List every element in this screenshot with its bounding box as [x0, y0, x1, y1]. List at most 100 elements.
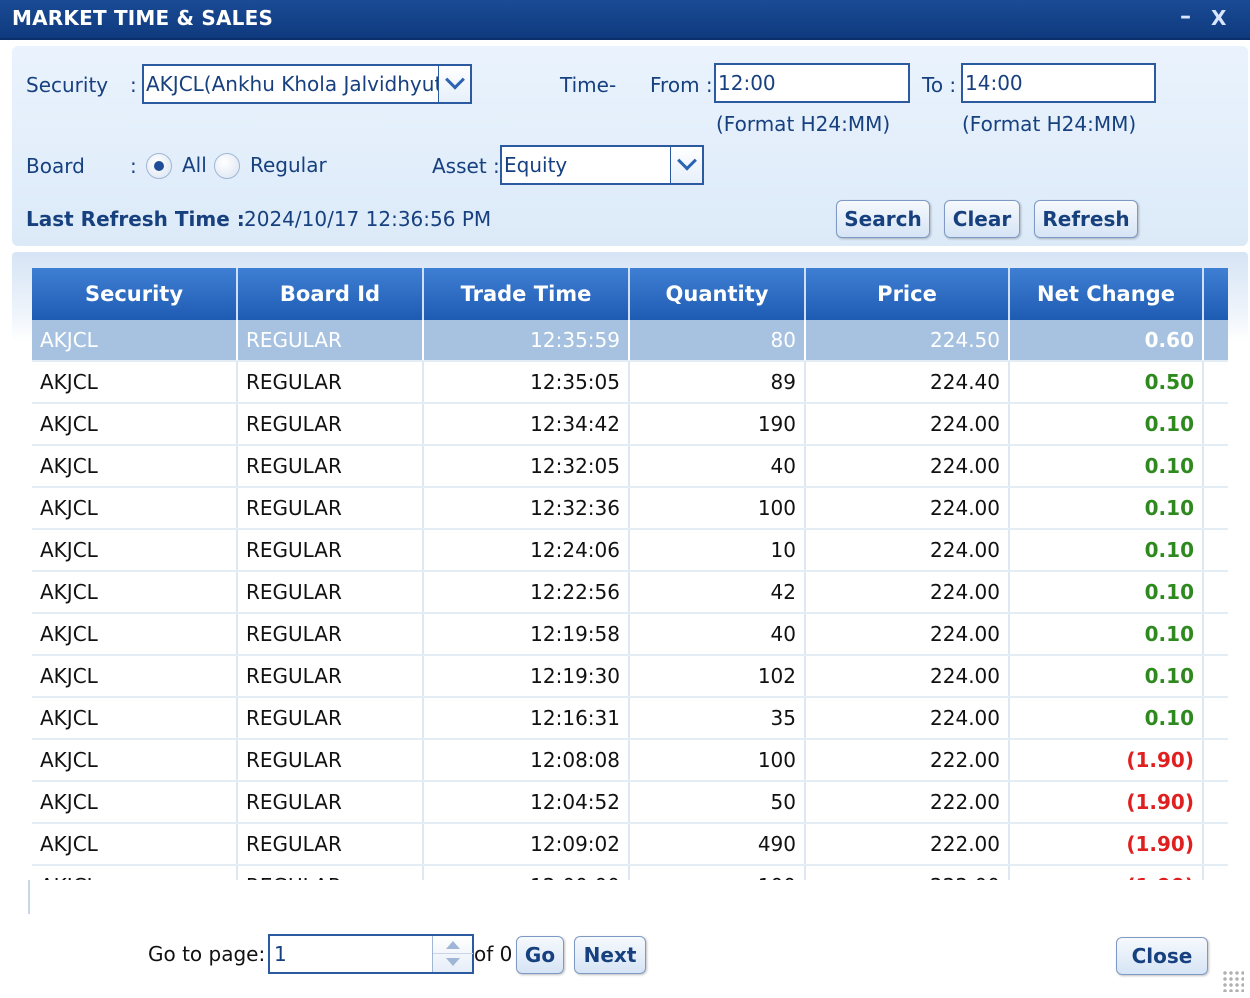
cell-price: 222.00	[806, 824, 1010, 864]
table-row[interactable]: AKJCL REGULAR 12:24:06 10 224.00 0.10	[32, 530, 1228, 572]
cell-security: AKJCL	[32, 740, 238, 780]
cell-board-id: REGULAR	[238, 866, 424, 880]
refresh-button[interactable]: Refresh	[1034, 200, 1138, 238]
close-button[interactable]: Close	[1116, 937, 1208, 975]
cell-security: AKJCL	[32, 698, 238, 738]
goto-page-label: Go to page:	[148, 942, 266, 966]
cell-quantity: 190	[630, 404, 806, 444]
search-button[interactable]: Search	[836, 200, 930, 238]
cell-security: AKJCL	[32, 404, 238, 444]
cell-trade-time: 12:32:05	[424, 446, 630, 486]
cell-trade-time: 12:19:58	[424, 614, 630, 654]
table-row[interactable]: AKJCLREGULAR12:00:00100222.00(1.90)	[32, 866, 1228, 880]
cell-trade-time: 12:09:02	[424, 824, 630, 864]
cell-security: AKJCL	[32, 866, 238, 880]
board-all-radio[interactable]	[146, 153, 172, 179]
asset-label: Asset :	[432, 154, 500, 178]
table-row[interactable]: AKJCL REGULAR 12:19:30 102 224.00 0.10	[32, 656, 1228, 698]
page-count-label: of 0	[474, 942, 513, 966]
table-row[interactable]: AKJCL REGULAR 12:35:05 89 224.40 0.50	[32, 362, 1228, 404]
board-all-label[interactable]: All	[182, 153, 207, 177]
cell-security: AKJCL	[32, 782, 238, 822]
column-header-trade-time[interactable]: Trade Time	[424, 268, 630, 320]
table-row[interactable]: AKJCL REGULAR 12:35:59 80 224.50 0.60	[32, 320, 1228, 362]
window-title: MARKET TIME & SALES	[12, 6, 274, 30]
cell-board-id: REGULAR	[238, 824, 424, 864]
cell-net-change: 0.60	[1010, 320, 1204, 360]
column-header-board-id[interactable]: Board Id	[238, 268, 424, 320]
board-regular-radio[interactable]	[214, 153, 240, 179]
table-row[interactable]: AKJCL REGULAR 12:04:52 50 222.00 (1.90)	[32, 782, 1228, 824]
column-header-quantity[interactable]: Quantity	[630, 268, 806, 320]
column-header-net-change[interactable]: Net Change	[1010, 268, 1204, 320]
cell-price: 222.00	[806, 782, 1010, 822]
cell-net-change: 0.10	[1010, 530, 1204, 570]
clear-button[interactable]: Clear	[944, 200, 1020, 238]
cell-price: 224.40	[806, 362, 1010, 402]
cell-quantity: 40	[630, 614, 806, 654]
table-row[interactable]: AKJCL REGULAR 12:09:02 490 222.00 (1.90)	[32, 824, 1228, 866]
go-button[interactable]: Go	[516, 936, 564, 974]
page-spinner[interactable]	[432, 936, 473, 972]
cell-net-change: 0.10	[1010, 698, 1204, 738]
from-time-input[interactable]: 12:00	[714, 63, 910, 103]
spin-down-icon[interactable]	[446, 958, 460, 966]
cell-net-change: 0.50	[1010, 362, 1204, 402]
cell-price: 224.00	[806, 404, 1010, 444]
table-row[interactable]: AKJCL REGULAR 12:19:58 40 224.00 0.10	[32, 614, 1228, 656]
cell-security: AKJCL	[32, 320, 238, 360]
cell-quantity: 10	[630, 530, 806, 570]
table-row[interactable]: AKJCL REGULAR 12:32:36 100 224.00 0.10	[32, 488, 1228, 530]
cell-security: AKJCL	[32, 824, 238, 864]
cell-trade-time: 12:32:36	[424, 488, 630, 528]
cell-security: AKJCL	[32, 656, 238, 696]
asset-select-value: Equity	[504, 153, 568, 177]
cell-quantity: 89	[630, 362, 806, 402]
resize-grip-icon[interactable]	[1222, 970, 1244, 992]
cell-price: 224.50	[806, 320, 1010, 360]
column-header-security[interactable]: Security	[32, 268, 238, 320]
table-row[interactable]: AKJCL REGULAR 12:34:42 190 224.00 0.10	[32, 404, 1228, 446]
cell-board-id: REGULAR	[238, 782, 424, 822]
security-label: Security	[26, 73, 109, 97]
cell-price: 224.00	[806, 614, 1010, 654]
cell-quantity: 40	[630, 446, 806, 486]
spinner-divider	[433, 953, 473, 954]
from-format-hint: (Format H24:MM)	[716, 112, 891, 136]
cell-price: 222.00	[806, 740, 1010, 780]
minimize-button[interactable]: –	[1180, 4, 1191, 29]
to-label: To :	[922, 73, 957, 97]
cell-trade-time: 12:04:52	[424, 782, 630, 822]
column-header-price[interactable]: Price	[806, 268, 1010, 320]
board-colon: :	[130, 154, 137, 178]
cell-board-id: REGULAR	[238, 614, 424, 654]
cell-trade-time: 12:34:42	[424, 404, 630, 444]
table-row[interactable]: AKJCL REGULAR 12:08:08 100 222.00 (1.90)	[32, 740, 1228, 782]
cell-board-id: REGULAR	[238, 530, 424, 570]
cell-price: 224.00	[806, 698, 1010, 738]
spin-up-icon[interactable]	[446, 941, 460, 949]
cell-price: 222.00	[806, 866, 1010, 880]
asset-select[interactable]: Equity	[500, 145, 704, 185]
security-dropdown-arrow[interactable]	[438, 66, 470, 102]
table-row[interactable]: AKJCL REGULAR 12:22:56 42 224.00 0.10	[32, 572, 1228, 614]
page-number-input[interactable]: 1	[268, 934, 474, 974]
market-time-sales-window: MARKET TIME & SALES – X Security : AKJCL…	[0, 0, 1250, 998]
table-row[interactable]: AKJCL REGULAR 12:16:31 35 224.00 0.10	[32, 698, 1228, 740]
asset-dropdown-arrow[interactable]	[670, 147, 702, 183]
close-window-button[interactable]: X	[1211, 6, 1226, 30]
cell-quantity: 100	[630, 488, 806, 528]
time-sales-grid[interactable]: Security Board Id Trade Time Quantity Price N…	[32, 268, 1228, 880]
board-regular-label[interactable]: Regular	[250, 153, 327, 177]
cell-quantity: 100	[630, 740, 806, 780]
to-time-input[interactable]: 14:00	[961, 63, 1156, 103]
next-button[interactable]: Next	[574, 936, 646, 974]
cell-net-change: 0.10	[1010, 488, 1204, 528]
security-select[interactable]: AKJCL(Ankhu Khola Jalvidhyut	[142, 64, 472, 104]
cell-net-change: 0.10	[1010, 404, 1204, 444]
cell-security: AKJCL	[32, 530, 238, 570]
cell-quantity: 102	[630, 656, 806, 696]
cell-price: 224.00	[806, 530, 1010, 570]
table-row[interactable]: AKJCL REGULAR 12:32:05 40 224.00 0.10	[32, 446, 1228, 488]
board-label: Board	[26, 154, 85, 178]
